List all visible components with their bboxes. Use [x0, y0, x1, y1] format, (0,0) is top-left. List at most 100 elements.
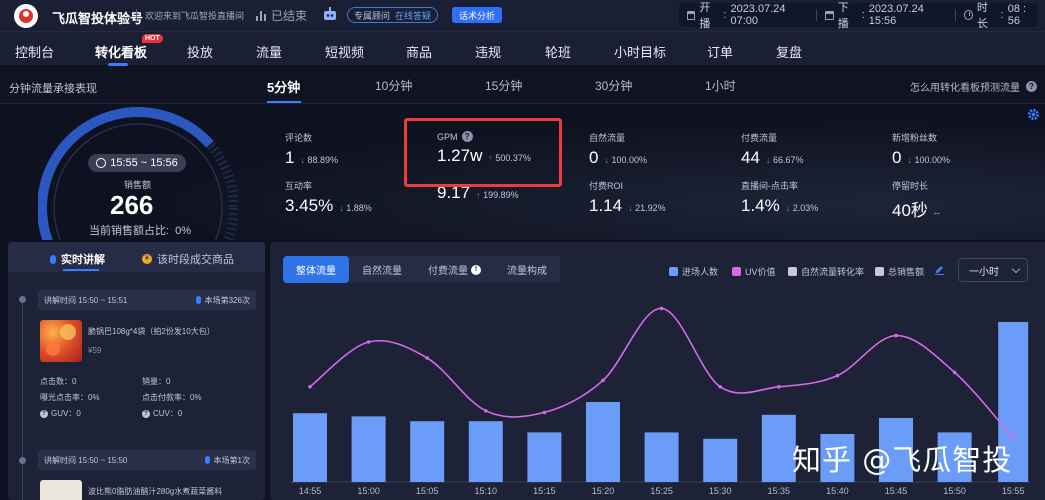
question-icon[interactable]: ? [40, 409, 48, 418]
product-name[interactable]: 脆锅巴108g*4袋（拍2份发10大包） [88, 326, 215, 337]
x-tick-label: 15:35 [768, 486, 791, 496]
script-analysis-button[interactable]: 话术分析 [452, 7, 503, 23]
bar [586, 402, 620, 482]
stat-guv-label: GUV：0 [51, 409, 81, 418]
script-analysis-label: 话术分析 [459, 10, 496, 21]
bar [410, 421, 445, 482]
metric-label: 付费流量 [741, 131, 803, 144]
bar [761, 414, 796, 482]
product-image[interactable] [40, 320, 82, 362]
stat-click-pay-rate: 点击付款率：0% [142, 393, 202, 402]
metric-change: ↑ 199.89% [476, 190, 519, 200]
duration-value: 08 : 56 [1007, 3, 1027, 27]
tab-period-products[interactable]: ¥ 该时段成交商品 [142, 251, 234, 267]
nav-ads[interactable]: 投放 [187, 42, 213, 61]
end-time-label: 下播 [837, 2, 849, 30]
x-tick-label: 14:55 [299, 486, 322, 496]
duration-label: 时长 [976, 2, 988, 30]
metric-card: 新增粉丝数 0 ↓ 100.00% [892, 131, 950, 168]
nav-console[interactable]: 控制台 [15, 42, 54, 61]
nav-short-video[interactable]: 短视频 [325, 42, 364, 61]
metric-card: 直播间-点击率 1.4% ↓ 2.03% [741, 179, 818, 216]
nav-hourly-target[interactable]: 小时目标 [614, 42, 666, 61]
live-status: 已结束 [256, 7, 307, 24]
metric-row: 1 ↓ 88.89% [285, 148, 338, 168]
metric-change: -- [934, 208, 940, 218]
question-icon[interactable]: ? [142, 409, 150, 418]
metric-value: 3.45% [285, 196, 334, 215]
metric-value: 40秒 [892, 201, 928, 220]
live-status-label: 已结束 [271, 9, 308, 23]
metric-change-value: 2.03% [792, 203, 819, 213]
metric-label-text: 评论数 [285, 133, 313, 143]
metric-card: 付费ROI 1.14 ↓ 21.92% [589, 179, 666, 216]
metric-row: 40秒 -- [892, 196, 940, 221]
explain-rank-label: 本场第1次 [213, 455, 250, 465]
tab-15min[interactable]: 15分钟 [485, 77, 522, 94]
question-icon: ? [1026, 81, 1037, 92]
nav-review[interactable]: 复盘 [776, 42, 802, 61]
tab-10min[interactable]: 10分钟 [375, 77, 412, 94]
stat-sales: 销量：0 [142, 377, 171, 386]
metric-value: 1 [285, 148, 295, 167]
x-tick-label: 15:15 [533, 486, 556, 496]
sales-value: 266 [110, 190, 154, 220]
bar [644, 432, 679, 482]
end-time-value: 2023.07.24 15:56 [868, 3, 924, 27]
explain-card[interactable]: 讲解时间 15:50 ~ 15:50 本场第1次 波比熊0脂肪油醋汁280g水煮… [38, 450, 256, 500]
explain-card[interactable]: 讲解时间 15:50 ~ 15:51 本场第326次 脆锅巴108g*4袋（拍2… [38, 290, 256, 430]
tab-period-products-label: 该时段成交商品 [157, 254, 234, 266]
microphone-icon [195, 296, 201, 304]
x-tick-label: 15:10 [475, 486, 498, 496]
live-explain-panel: 实时讲解 ¥ 该时段成交商品 讲解时间 15:50 ~ 15:51 本场第326… [8, 242, 265, 500]
section-title: 分钟流量承接表现 [9, 83, 97, 95]
timeline-dot [19, 296, 26, 303]
forecast-help-label: 怎么用转化看板预测流量 [910, 83, 1020, 94]
start-time-label: 开播 [699, 2, 711, 30]
duration: 时长: 08 : 56 [956, 0, 1038, 31]
metric-label-text: 付费ROI [589, 181, 624, 191]
calendar-icon [687, 10, 696, 20]
uv-value-point [308, 385, 312, 389]
product-image[interactable] [40, 480, 82, 500]
end-time: 下播: 2023.07.24 15:56 [817, 0, 946, 31]
metric-value: 1.4% [741, 196, 780, 215]
consultant-button[interactable]: 专属顾问 在线答疑 [347, 7, 439, 23]
tab-5min[interactable]: 5分钟 [267, 77, 300, 96]
microphone-icon [50, 254, 56, 264]
panel-tab-indicator [63, 269, 99, 271]
live-time-info: 开播: 2023.07.24 07:00 下播: 2023.07.24 15:5… [679, 2, 1038, 30]
robot-icon[interactable] [322, 7, 338, 22]
gear-icon[interactable] [1027, 108, 1040, 121]
product-name[interactable]: 波比熊0脂肪油醋汁280g水煮蔬菜酱料 [88, 486, 222, 497]
nav-shifts[interactable]: 轮班 [545, 42, 571, 61]
metric-label-text: 直播间-点击率 [741, 181, 798, 191]
arrow-down-icon: ↓ [765, 155, 773, 165]
x-tick-label: 15:00 [357, 486, 380, 496]
nav-orders[interactable]: 订单 [707, 42, 733, 61]
metric-label: 评论数 [285, 131, 338, 144]
uv-value-point [542, 410, 547, 415]
metric-card: 互动率 3.45% ↓ 1.88% [285, 179, 372, 216]
uv-value-point [601, 378, 605, 383]
stat-guv: ? GUV：0 [40, 408, 81, 419]
metric-row: 0 ↓ 100.00% [589, 148, 647, 168]
nav-traffic[interactable]: 流量 [256, 42, 282, 61]
forecast-help-link[interactable]: 怎么用转化看板预测流量 ? [910, 79, 1037, 94]
timeline-line [22, 300, 23, 500]
uv-value-point [777, 385, 781, 389]
x-tick-label: 15:05 [416, 486, 439, 496]
nav-conversion-board[interactable]: 转化看板 [95, 42, 147, 61]
clock-icon [963, 10, 973, 20]
metric-card: 自然流量 0 ↓ 100.00% [589, 131, 647, 168]
nav-products[interactable]: 商品 [406, 42, 432, 61]
explain-rank-label: 本场第326次 [204, 295, 250, 305]
tab-1hour[interactable]: 1小时 [705, 77, 736, 94]
nav-violations[interactable]: 违规 [475, 42, 501, 61]
clock-icon [96, 158, 107, 168]
tab-live-explain-label: 实时讲解 [61, 254, 105, 266]
tab-live-explain[interactable]: 实时讲解 [50, 251, 105, 267]
metric-change: ↓ 88.89% [300, 155, 338, 165]
tab-30min[interactable]: 30分钟 [595, 77, 632, 94]
app-logo [14, 4, 38, 28]
